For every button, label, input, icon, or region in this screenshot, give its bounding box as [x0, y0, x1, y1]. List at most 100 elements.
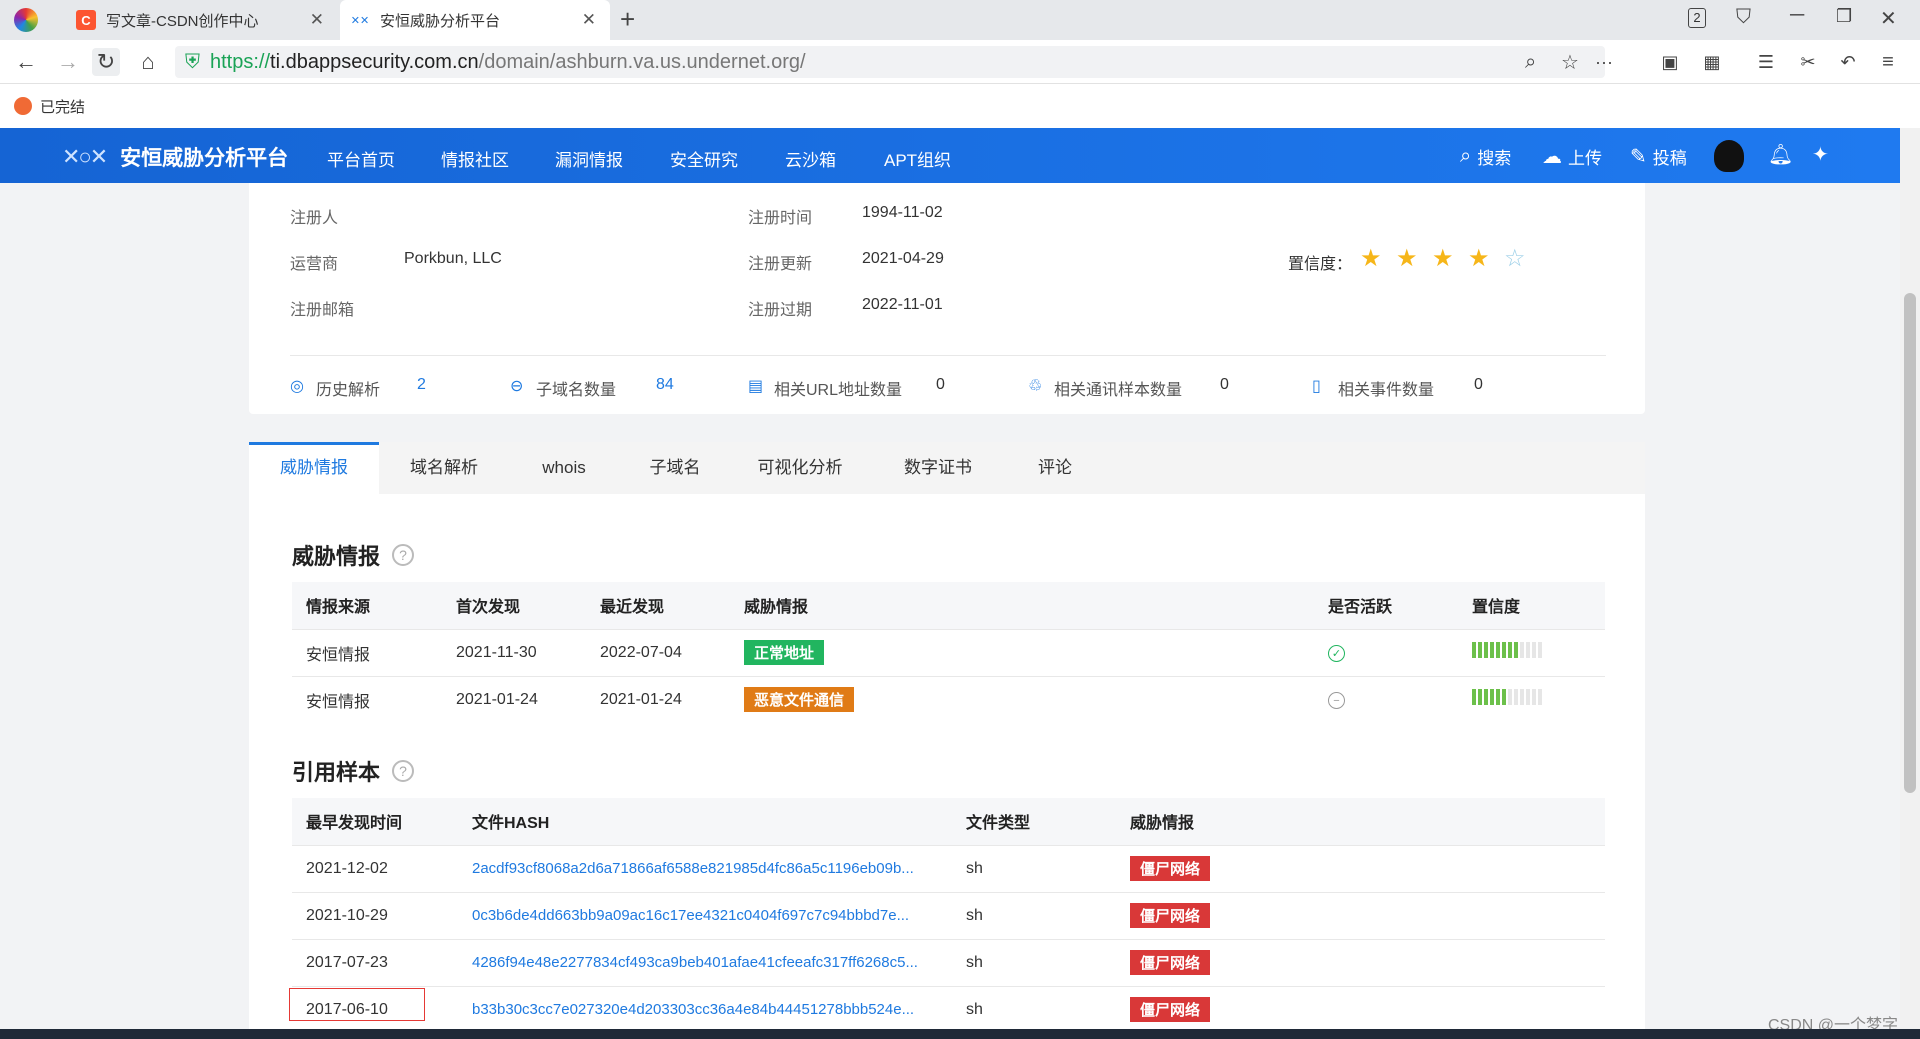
confidence-segment	[1508, 642, 1512, 658]
confidence-segment	[1496, 642, 1500, 658]
avatar[interactable]	[1714, 140, 1744, 172]
table-row: 2017-07-23 4286f94e48e2277834cf493ca9beb4…	[292, 938, 1605, 986]
confidence-segment	[1490, 642, 1494, 658]
stat-value[interactable]: 84	[656, 376, 674, 394]
shirt-icon[interactable]: ⛉	[1736, 6, 1751, 29]
highlight-box	[289, 988, 425, 1021]
file-hash-link[interactable]: 4286f94e48e2277834cf493ca9beb401afae41cf…	[458, 938, 952, 986]
confidence-segment	[1532, 642, 1536, 658]
minimize-icon[interactable]: ─	[1790, 4, 1804, 27]
confidence-segment	[1502, 642, 1506, 658]
tab-item[interactable]: 评论	[1007, 442, 1103, 494]
help-icon[interactable]: ?	[392, 760, 415, 782]
tab-item[interactable]: whois	[509, 442, 619, 494]
search-button[interactable]: ⌕ 搜索	[1460, 144, 1511, 169]
confidence-segment	[1520, 642, 1524, 658]
table-row: 2017-06-10 b33b30c3cc7e027320e4d203303cc3…	[292, 985, 1605, 1029]
pin-icon[interactable]: ✦	[1812, 142, 1829, 167]
restore-icon[interactable]: ❐	[1836, 6, 1852, 27]
stat-label: 相关URL地址数量	[774, 382, 903, 399]
file-type-cell: sh	[952, 844, 1116, 892]
logo-text: 安恒威胁分析平台	[120, 147, 289, 170]
scrollbar[interactable]	[1900, 128, 1920, 1029]
tab-csdn[interactable]: C 写文章-CSDN创作中心 ✕	[66, 0, 338, 40]
threat-tag: 僵尸网络	[1130, 997, 1211, 1023]
site-logo[interactable]: ✕○✕ 安恒威胁分析平台	[62, 142, 288, 172]
new-tab-button[interactable]: +	[620, 4, 635, 35]
tab-item[interactable]: 子域名	[619, 442, 731, 494]
registrar-value: Porkbun, LLC	[404, 250, 502, 267]
close-icon[interactable]: ✕	[310, 10, 324, 30]
search-label: 搜索	[1477, 149, 1512, 168]
upload-button[interactable]: ☁ 上传	[1542, 144, 1602, 169]
browser-tab-bar: C 写文章-CSDN创作中心 ✕ ✕✕ 安恒威胁分析平台 ✕ + 2 ⛉ ─ ❐…	[0, 0, 1920, 40]
reload-icon[interactable]: ↻	[92, 48, 120, 76]
zoom-icon[interactable]: ⌕	[1525, 51, 1536, 74]
url-text: https://ti.dbappsecurity.com.cn/domain/a…	[210, 50, 806, 73]
favorites-icon[interactable]: ☰	[1752, 48, 1780, 76]
apps-icon[interactable]: ▦	[1698, 48, 1726, 76]
confidence-segment	[1478, 642, 1482, 658]
threat-tag: 恶意文件通信	[744, 687, 855, 713]
file-hash-link[interactable]: 0c3b6de4dd663bb9a09ac16c17ee4321c0404f69…	[458, 891, 952, 939]
threat-tag-cell: 僵尸网络	[1116, 985, 1605, 1029]
confidence-segment	[1520, 689, 1524, 706]
nav-item[interactable]: 云沙箱	[785, 146, 836, 171]
bookmark-item[interactable]: 已完结	[40, 96, 85, 117]
reg-expire-label: 注册过期	[748, 302, 813, 319]
submit-button[interactable]: ✎ 投稿	[1630, 144, 1687, 169]
confidence-cell	[1458, 675, 1605, 723]
bookmark-star-icon[interactable]: ☆	[1561, 50, 1579, 75]
tab-item[interactable]: 威胁情报	[249, 442, 379, 494]
more-icon[interactable]: ···	[1595, 52, 1613, 73]
file-hash-link[interactable]: b33b30c3cc7e027320e4d203303cc36a4e84b444…	[458, 985, 952, 1029]
table-row: 安恒情报 2021-11-30 2022-07-04 正常地址 ✓	[292, 628, 1605, 676]
browser-logo-icon[interactable]	[14, 8, 38, 32]
close-window-icon[interactable]: ✕	[1880, 6, 1897, 31]
bell-icon[interactable]: 🔔︎	[1768, 142, 1793, 167]
tab-dbapp[interactable]: ✕✕ 安恒威胁分析平台 ✕	[340, 0, 610, 40]
column-header: 最近发现	[586, 582, 730, 629]
nav-item[interactable]: 平台首页	[327, 146, 395, 171]
nav-item[interactable]: APT组织	[884, 146, 951, 171]
star-filled-icon: ★	[1360, 245, 1382, 272]
close-icon[interactable]: ✕	[582, 10, 596, 30]
tab-count-badge[interactable]: 2	[1688, 8, 1706, 28]
tab-item[interactable]: 可视化分析	[731, 442, 869, 494]
table-row: 安恒情报 2021-01-24 2021-01-24 恶意文件通信 −	[292, 675, 1605, 723]
nav-item[interactable]: 漏洞情报	[555, 146, 623, 171]
nav-item[interactable]: 情报社区	[441, 146, 509, 171]
threat-table: 情报来源 首次发现 最近发现 威胁情报 是否活跃 置信度 安恒情报 2021-11-30 20…	[292, 582, 1605, 723]
dbapp-icon: ✕✕	[350, 14, 370, 27]
confidence-segment	[1502, 689, 1506, 706]
nav-item[interactable]: 安全研究	[670, 146, 738, 171]
back-icon[interactable]: ←	[12, 48, 40, 76]
active-cell: ✓	[1314, 628, 1458, 676]
undo-icon[interactable]: ↶	[1834, 48, 1862, 76]
forward-icon[interactable]: →	[54, 48, 82, 76]
tab-item[interactable]: 数字证书	[869, 442, 1007, 494]
url-bar[interactable]: ⛨ https://ti.dbappsecurity.com.cn/domain…	[175, 46, 1613, 78]
threat-tag: 僵尸网络	[1130, 950, 1211, 975]
reader-icon[interactable]: ▣	[1656, 48, 1684, 76]
column-header: 威胁情报	[730, 582, 1314, 629]
file-hash-link[interactable]: 2acdf93cf8068a2d6a71866af6588e821985d4fc…	[458, 844, 952, 892]
scissors-icon[interactable]: ✂	[1794, 48, 1822, 76]
scrollbar-thumb[interactable]	[1904, 293, 1916, 793]
threat-tag-cell: 僵尸网络	[1116, 844, 1605, 892]
confidence-segment	[1526, 689, 1530, 706]
help-icon[interactable]: ?	[392, 544, 415, 566]
column-header: 首次发现	[442, 582, 586, 629]
column-header: 置信度	[1458, 582, 1605, 629]
bookmark-icon	[14, 97, 32, 115]
threat-section-title: 威胁情报?	[292, 539, 415, 571]
home-icon[interactable]: ⌂	[134, 48, 162, 76]
reg-time-label: 注册时间	[748, 210, 813, 227]
threat-tag: 正常地址	[744, 640, 825, 665]
menu-icon[interactable]: ≡	[1874, 48, 1902, 76]
tab-item[interactable]: 域名解析	[379, 442, 509, 494]
confidence-segment	[1514, 642, 1518, 658]
reg-time-value: 1994-11-02	[862, 204, 943, 221]
stat-value[interactable]: 2	[417, 376, 426, 394]
samples-table: 最早发现时间 文件HASH 文件类型 威胁情报 2021-12-02 2acdf93cf…	[292, 798, 1605, 1029]
